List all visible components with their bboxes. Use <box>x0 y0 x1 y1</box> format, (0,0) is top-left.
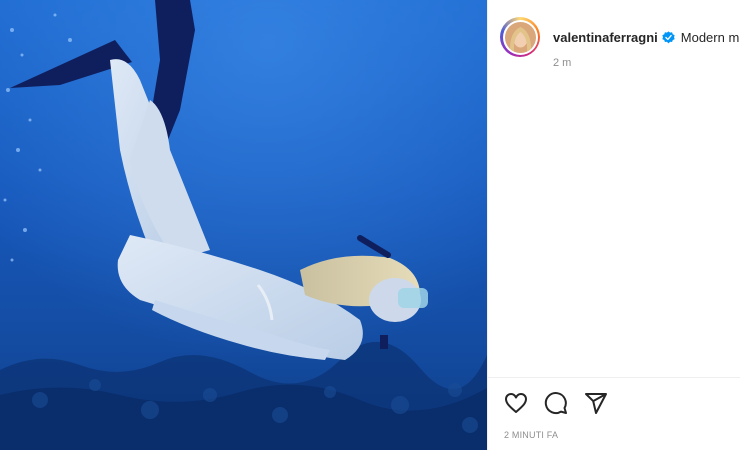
avatar-border <box>502 19 538 55</box>
comment-icon[interactable] <box>544 391 568 415</box>
divider <box>488 377 740 378</box>
post-image[interactable] <box>0 0 487 450</box>
heart-icon[interactable] <box>504 391 528 415</box>
instagram-post: valentinaferragni Modern m 2 m 2 MINUTI … <box>0 0 740 450</box>
post-timestamp: 2 MINUTI FA <box>504 430 559 440</box>
paper-plane-icon[interactable] <box>584 391 608 415</box>
underwater-photo <box>0 0 487 450</box>
post-sidebar: valentinaferragni Modern m 2 m 2 MINUTI … <box>487 0 740 450</box>
verified-badge-icon <box>662 30 675 43</box>
post-caption: Modern m <box>680 29 740 45</box>
comment-relative-time: 2 m <box>553 57 572 69</box>
post-header: valentinaferragni Modern m <box>500 17 739 57</box>
avatar[interactable] <box>504 21 536 53</box>
action-bar <box>504 391 624 415</box>
story-ring[interactable] <box>500 17 540 57</box>
avatar-image <box>504 21 536 53</box>
username[interactable]: valentinaferragni <box>553 30 658 45</box>
